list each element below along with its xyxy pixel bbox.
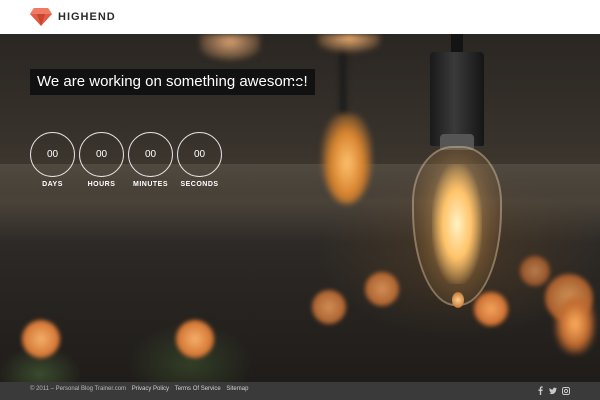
bokeh-light	[365, 272, 399, 306]
site-footer: © 2011 – Personal Blog Trainer.com Priva…	[0, 382, 600, 400]
countdown-label: DAYS	[42, 181, 63, 188]
social-links	[536, 385, 570, 396]
bokeh-light	[312, 290, 346, 324]
countdown-seconds: 00 SECONDS	[177, 132, 222, 188]
bokeh-light	[474, 292, 508, 326]
privacy-policy-link[interactable]: Privacy Policy	[132, 386, 169, 392]
copyright: © 2011 – Personal Blog Trainer.com	[30, 386, 127, 392]
twitter-icon[interactable]	[549, 385, 557, 396]
countdown-days: 00 DAYS	[30, 132, 75, 188]
countdown-value: 00	[177, 132, 222, 177]
terms-of-service-link[interactable]: Terms Of Service	[175, 386, 221, 392]
hero-headline: We are working on something awesome!	[30, 69, 315, 95]
countdown-hours: 00 HOURS	[79, 132, 124, 188]
blurred-bulb	[318, 34, 380, 52]
countdown-label: MINUTES	[133, 181, 168, 188]
headline-accent	[292, 81, 303, 84]
bokeh-light	[520, 256, 550, 286]
bulb-socket	[430, 52, 484, 146]
gem-icon[interactable]	[30, 8, 52, 26]
countdown-timer: 00 DAYS 00 HOURS 00 MINUTES 00 SECONDS	[30, 132, 226, 188]
bokeh-light	[176, 320, 214, 358]
countdown-value: 00	[79, 132, 124, 177]
countdown-minutes: 00 MINUTES	[128, 132, 173, 188]
countdown-value: 00	[128, 132, 173, 177]
site-header: HIGHEND	[0, 0, 600, 34]
brand-name[interactable]: HIGHEND	[58, 11, 116, 23]
sitemap-link[interactable]: Sitemap	[226, 386, 248, 392]
countdown-label: SECONDS	[180, 181, 219, 188]
blurred-bulb	[200, 34, 260, 60]
bulb-filament	[432, 164, 482, 284]
bokeh-light	[22, 320, 60, 358]
instagram-icon[interactable]	[562, 385, 570, 396]
blurred-bulb	[322, 114, 372, 204]
facebook-icon[interactable]	[536, 385, 544, 396]
blurred-bulb	[555, 294, 595, 354]
countdown-label: HOURS	[87, 181, 116, 188]
bulb-tip	[452, 292, 464, 308]
countdown-value: 00	[30, 132, 75, 177]
footer-text: © 2011 – Personal Blog Trainer.com Priva…	[30, 386, 248, 392]
